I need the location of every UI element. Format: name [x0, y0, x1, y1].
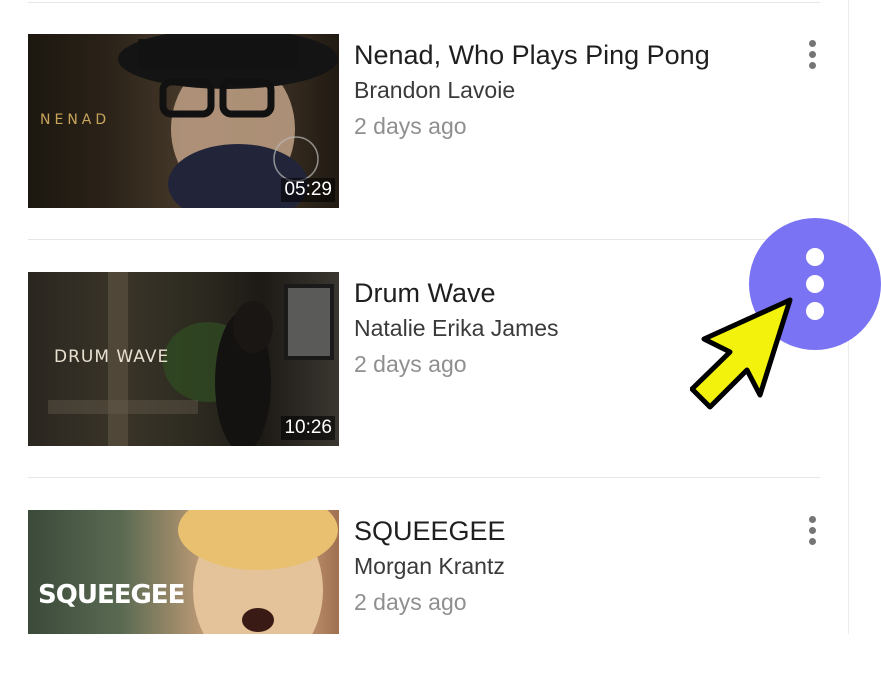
video-meta: SQUEEGEE Morgan Krantz 2 days ago: [354, 514, 774, 616]
divider: [28, 2, 820, 3]
video-item-1[interactable]: NENAD 05:29 Nenad, Who Plays Ping Pong B…: [28, 34, 838, 208]
channel-name[interactable]: Morgan Krantz: [354, 552, 774, 580]
duration-badge: 10:26: [281, 416, 335, 440]
more-vert-icon[interactable]: [804, 38, 822, 72]
thumbnail-title-text: NENAD: [40, 112, 111, 128]
video-thumbnail[interactable]: NENAD 05:29: [28, 34, 339, 208]
divider: [28, 239, 820, 240]
video-thumbnail[interactable]: SQUEEGEE: [28, 510, 339, 634]
video-title[interactable]: SQUEEGEE: [354, 514, 774, 548]
arrow-pointer-icon: [690, 297, 793, 410]
video-thumbnail[interactable]: DRUM WAVE 10:26: [28, 272, 339, 446]
upload-age: 2 days ago: [354, 113, 467, 139]
upload-age: 2 days ago: [354, 589, 467, 615]
thumbnail-title-text: DRUM WAVE: [54, 347, 170, 367]
thumbnail-art: [178, 510, 338, 634]
video-title[interactable]: Nenad, Who Plays Ping Pong: [354, 38, 774, 72]
channel-name[interactable]: Brandon Lavoie: [354, 76, 774, 104]
video-item-3[interactable]: SQUEEGEE SQUEEGEE Morgan Krantz 2 days a…: [28, 510, 838, 684]
divider: [28, 477, 820, 478]
duration-badge: 05:29: [281, 178, 335, 202]
more-vert-icon[interactable]: [804, 514, 822, 548]
video-meta: Nenad, Who Plays Ping Pong Brandon Lavoi…: [354, 38, 774, 140]
thumbnail-title-text: SQUEEGEE: [38, 580, 185, 610]
